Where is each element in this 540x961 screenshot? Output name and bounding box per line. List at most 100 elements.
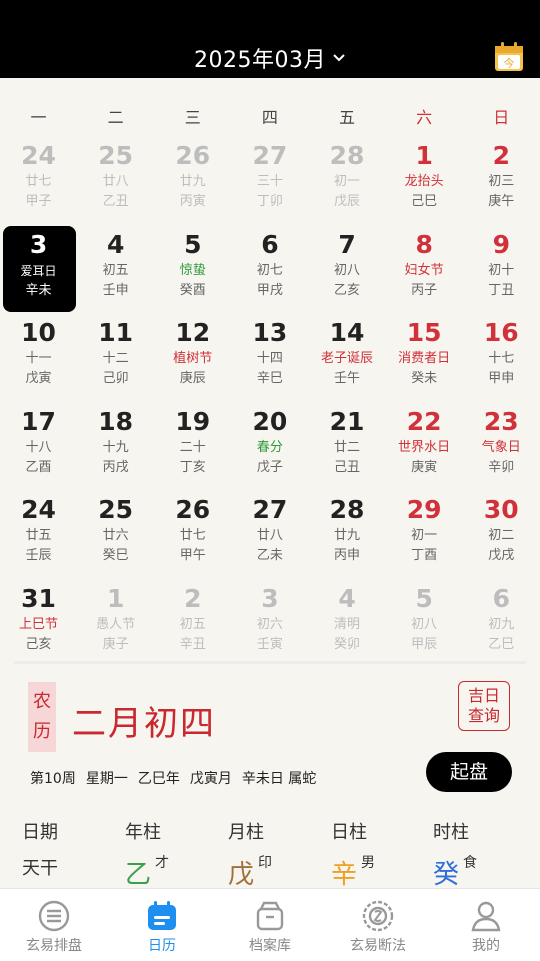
- calendar-days: 24 廿七 甲子 25 廿八 乙丑 26 廿九 丙寅 27 三十 丁卯 28 初一 戊辰 1 龙抬头 己巳 2 初三庚…: [0, 136, 540, 667]
- day-ganzhi: 乙巳: [488, 636, 515, 652]
- person-icon: [471, 901, 501, 932]
- day-number: 10: [21, 318, 56, 347]
- day-cell[interactable]: 4 清明 癸卯: [309, 579, 386, 668]
- weekday-label: 三: [184, 108, 201, 127]
- day-cell[interactable]: 3 初六 壬寅: [231, 579, 308, 668]
- day-ganzhi: 丙寅: [179, 194, 206, 209]
- day-cell[interactable]: 2 初五 辛丑: [154, 579, 231, 668]
- day-cell[interactable]: 4 初五 壬申: [77, 225, 154, 314]
- weekday-label: 五: [339, 108, 356, 127]
- day-ganzhi: 己卯: [102, 371, 129, 386]
- day-cell[interactable]: 22 世界水日 庚寅: [386, 402, 463, 491]
- day-ganzhi: 己巳: [411, 194, 438, 209]
- day-number: 1: [106, 583, 125, 613]
- day-cell[interactable]: 25 廿六 癸巳: [77, 490, 154, 579]
- month-ganzhi: 戊寅月: [189, 771, 232, 787]
- day-cell[interactable]: 23 气象日 辛卯: [463, 402, 540, 491]
- day-number: 23: [483, 406, 519, 436]
- day-cell[interactable]: 26 廿九 丙寅: [154, 136, 231, 225]
- day-cell[interactable]: 14 老子诞辰 壬午: [309, 313, 386, 402]
- day-cell[interactable]: 1 愚人节 庚子: [77, 579, 154, 668]
- day-ganzhi: 壬寅: [256, 636, 283, 652]
- day-cell[interactable]: 11 十二 己卯: [77, 313, 154, 402]
- day-cell-selected[interactable]: 3 爱耳日 辛未: [0, 225, 77, 314]
- stem-tag: 才: [155, 855, 170, 871]
- day-lunar-text: 爱耳日: [20, 263, 57, 278]
- day-number: 3: [261, 583, 279, 613]
- day-cell[interactable]: 18 十九 丙戌: [77, 402, 154, 491]
- day-lunar-text: 廿五: [25, 528, 52, 543]
- calendar-icon: [148, 901, 176, 930]
- day-cell[interactable]: 24 廿五 壬辰: [0, 490, 77, 579]
- archive-icon: [256, 901, 284, 931]
- nav-item-coin[interactable]: 玄易断法: [324, 889, 432, 961]
- day-cell[interactable]: 27 廿八 乙未: [231, 490, 308, 579]
- day-cell[interactable]: 13 十四 辛巳: [231, 313, 308, 402]
- day-cell[interactable]: 5 初八 甲辰: [386, 579, 463, 668]
- day-cell[interactable]: 28 初一 戊辰: [309, 136, 386, 225]
- nav-item-person[interactable]: 我的: [432, 889, 540, 961]
- weekday-label: 四: [261, 108, 278, 127]
- day-cell[interactable]: 12 植树节 庚辰: [154, 313, 231, 402]
- day-ganzhi: 戊戌: [488, 548, 515, 563]
- stem-tag: 男: [361, 855, 376, 871]
- day-number: 17: [21, 406, 56, 436]
- day-cell[interactable]: 10 十一 戊寅: [0, 313, 77, 402]
- day-cell[interactable]: 24 廿七 甲子: [0, 136, 77, 225]
- day-number: 6: [492, 583, 511, 613]
- bazi-pillars: 日期 年柱 月柱 日柱 时柱 天干 乙才 戊印 辛男 癸食: [0, 812, 540, 890]
- lunar-panel: 农 历 二月初四 吉日 查询 第10周 星期一 乙巳年 戊寅月 辛未日 属蛇 起盘: [0, 670, 540, 810]
- qipan-button[interactable]: 起盘: [426, 752, 512, 792]
- day-number: 6: [261, 229, 279, 259]
- pillar-month-stem: 戊印: [228, 854, 272, 891]
- day-lunar-text: 廿八: [102, 174, 129, 189]
- day-number: 16: [483, 318, 519, 347]
- day-cell[interactable]: 16 十七 甲申: [463, 313, 540, 402]
- day-cell[interactable]: 29 初一 丁酉: [386, 490, 463, 579]
- day-ganzhi: 癸未: [411, 371, 438, 386]
- day-number: 26: [175, 141, 211, 170]
- day-cell[interactable]: 15 消费者日 癸未: [386, 313, 463, 402]
- day-cell[interactable]: 26 廿七 甲午: [154, 490, 231, 579]
- day-number: 2: [184, 583, 202, 613]
- nav-item-archive[interactable]: 档案库: [216, 889, 324, 961]
- day-cell[interactable]: 31 上巳节 己亥: [0, 579, 77, 668]
- auspicious-day-query-button[interactable]: 吉日 查询: [458, 681, 510, 731]
- day-cell[interactable]: 5 惊蛰 癸酉: [154, 225, 231, 314]
- day-ganzhi: 甲子: [25, 194, 52, 209]
- day-ganzhi: 癸酉: [179, 282, 206, 298]
- today-calendar-icon[interactable]: 今: [493, 41, 525, 73]
- day-cell[interactable]: 1 龙抬头 己巳: [386, 136, 463, 225]
- day-cell[interactable]: 28 廿九 丙申: [309, 490, 386, 579]
- day-number: 24: [21, 495, 56, 524]
- day-number: 25: [98, 141, 134, 170]
- day-lunar-text: 初十: [488, 262, 515, 278]
- day-cell[interactable]: 19 二十 丁亥: [154, 402, 231, 491]
- day-cell[interactable]: 17 十八 乙酉: [0, 402, 77, 491]
- day-number: 26: [175, 495, 211, 524]
- day-cell[interactable]: 6 初七 甲戌: [231, 225, 308, 314]
- day-ganzhi: 辛未: [25, 282, 52, 298]
- day-cell[interactable]: 8 妇女节 丙子: [386, 225, 463, 314]
- stem-tag: 食: [463, 855, 478, 871]
- day-cell[interactable]: 21 廿二 己丑: [309, 402, 386, 491]
- day-cell[interactable]: 6 初九 乙巳: [463, 579, 540, 668]
- day-number: 29: [406, 495, 442, 524]
- month-selector[interactable]: 2025年03月: [0, 40, 540, 76]
- day-cell[interactable]: 2 初三 庚午: [463, 136, 540, 225]
- seal-top-text: 农: [33, 691, 51, 712]
- day-cell[interactable]: 7 初八 乙亥: [309, 225, 386, 314]
- day-cell[interactable]: 27 三十 丁卯: [231, 136, 308, 225]
- day-number: 7: [338, 229, 356, 259]
- nav-item-menu[interactable]: 玄易排盘: [0, 889, 108, 961]
- day-cell[interactable]: 25 廿八 乙丑: [77, 136, 154, 225]
- day-number: 13: [252, 318, 288, 347]
- day-cell[interactable]: 20 春分 戊子: [231, 402, 308, 491]
- day-cell[interactable]: 9 初十 丁丑: [463, 225, 540, 314]
- day-lunar-text: 初五: [102, 262, 129, 278]
- nav-item-calendar[interactable]: 日历: [108, 889, 216, 961]
- day-cell[interactable]: 30 初二 戊戌: [463, 490, 540, 579]
- nav-label: 档案库: [249, 938, 291, 954]
- day-lunar-text: 老子诞辰: [321, 351, 374, 366]
- day-number: 1: [415, 141, 433, 170]
